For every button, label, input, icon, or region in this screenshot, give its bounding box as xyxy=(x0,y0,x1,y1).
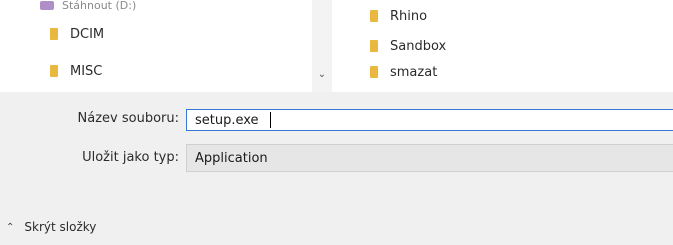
chevron-up-icon: ⌃ xyxy=(6,221,15,233)
navigation-pane: Stáhnout (D:) DCIM MISC xyxy=(0,0,312,92)
folder-browser: Stáhnout (D:) DCIM MISC ⌄ Rhino Sandbox … xyxy=(0,0,673,92)
save-type-select[interactable]: Application xyxy=(186,144,673,172)
folder-item-label: Rhino xyxy=(390,8,428,24)
drive-icon xyxy=(40,0,54,10)
nav-scrollbar[interactable]: ⌄ xyxy=(312,0,332,92)
save-type-label: Uložit jako typ: xyxy=(82,150,179,165)
folder-icon xyxy=(370,66,378,78)
scroll-down-chevron-icon[interactable]: ⌄ xyxy=(316,68,328,80)
content-pane: Rhino Sandbox smazat xyxy=(332,0,673,92)
folder-item-sandbox[interactable]: Sandbox xyxy=(370,35,446,57)
hide-folders-button[interactable]: ⌃ Skrýt složky xyxy=(6,220,96,234)
filename-label: Název souboru: xyxy=(77,111,179,126)
folder-item-smazat[interactable]: smazat xyxy=(370,61,437,83)
nav-item-dcim[interactable]: DCIM xyxy=(50,23,104,45)
folder-item-label: Sandbox xyxy=(390,38,447,54)
nav-item-label: MISC xyxy=(70,63,103,79)
nav-item-misc[interactable]: MISC xyxy=(50,60,102,82)
text-caret xyxy=(270,112,271,128)
folder-icon xyxy=(370,40,378,52)
folder-item-rhino[interactable]: Rhino xyxy=(370,5,427,27)
folder-icon xyxy=(370,10,378,22)
save-type-value: Application xyxy=(195,150,268,166)
nav-item-drive[interactable]: Stáhnout (D:) xyxy=(40,0,136,16)
folder-icon xyxy=(50,65,58,77)
folder-item-label: smazat xyxy=(390,64,438,80)
hide-folders-label: Skrýt složky xyxy=(24,220,97,234)
folder-icon xyxy=(50,28,58,40)
nav-item-label: DCIM xyxy=(70,26,105,42)
nav-item-label: Stáhnout (D:) xyxy=(62,0,137,12)
filename-input[interactable] xyxy=(186,109,673,131)
